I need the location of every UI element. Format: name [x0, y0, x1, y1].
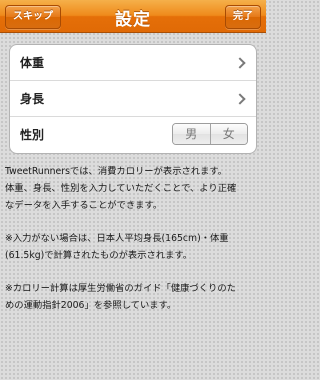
- gender-label: 性別: [20, 128, 45, 142]
- description-text: TweetRunnersでは、消費カロリーが表示されます。 体重、身長、性別を入…: [5, 163, 261, 330]
- gender-segmented-control: 男 女: [172, 123, 248, 145]
- settings-table: 体重 身長 性別 男 女: [9, 44, 257, 154]
- gender-row: 性別 男 女: [10, 117, 256, 153]
- chevron-right-icon: [234, 93, 246, 105]
- weight-row[interactable]: 体重: [10, 45, 256, 81]
- gender-male-option[interactable]: 男: [173, 124, 210, 144]
- gender-female-option[interactable]: 女: [209, 124, 247, 144]
- height-row[interactable]: 身長: [10, 81, 256, 117]
- default-values-note: ※入力がない場合は、日本人平均身長(165cm)・体重 (61.5kg)で計算さ…: [5, 233, 229, 261]
- done-button[interactable]: 完了: [225, 5, 261, 29]
- calorie-source-note: ※カロリー計算は厚生労働省のガイド「健康づくりのた めの運動指針2006」を参照…: [5, 283, 236, 311]
- height-label: 身長: [20, 92, 45, 106]
- chevron-right-icon: [234, 57, 246, 69]
- weight-label: 体重: [20, 56, 45, 70]
- description-paragraph: TweetRunnersでは、消費カロリーが表示されます。 体重、身長、性別を入…: [5, 166, 237, 211]
- navigation-bar: スキップ 設定 完了: [0, 0, 266, 33]
